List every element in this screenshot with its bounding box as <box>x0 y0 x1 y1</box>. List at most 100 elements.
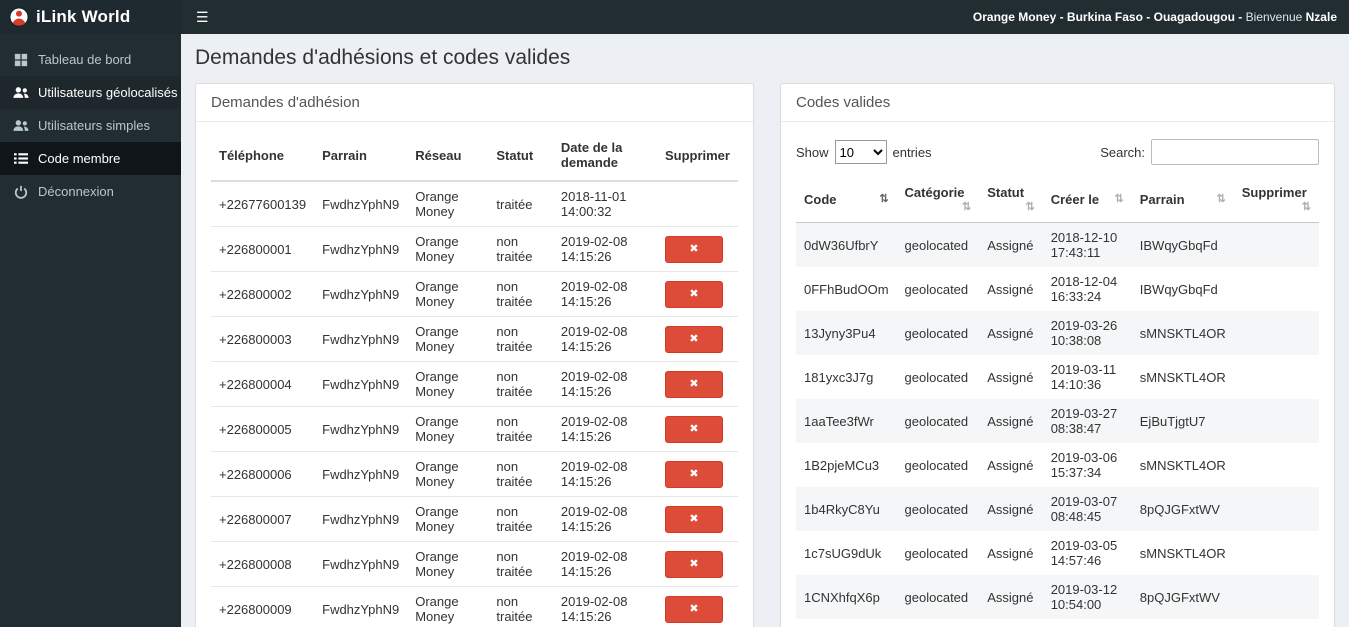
codes-column-label: Créer le <box>1050 191 1100 207</box>
app-logo-icon <box>9 7 29 27</box>
code-delete-cell <box>1234 487 1319 531</box>
request-parrain: FwdhzYphN9 <box>314 451 408 497</box>
code-created: 2019-03-05 14:57:46 <box>1050 538 1118 568</box>
request-phone: +226800001 <box>211 226 315 272</box>
page-size-select[interactable]: 10 <box>834 140 887 164</box>
code-value: 1b4RkyC8Yu <box>804 501 880 517</box>
code-value: 0dW36UfbrY <box>804 237 879 253</box>
code-value: 1d9CDtc4mv <box>796 619 897 627</box>
delete-request-button[interactable]: ✖ <box>664 280 723 308</box>
request-date: 2019-02-08 14:15:26 <box>552 451 657 497</box>
delete-request-button[interactable]: ✖ <box>664 505 723 533</box>
users-icon <box>13 86 29 99</box>
request-network: Orange Money <box>407 451 489 497</box>
navbar: ☰ Orange Money - Burkina Faso - Ouagadou… <box>181 0 1349 34</box>
code-row: 181yxc3J7g geolocated Assigné 2019-03-11 14… <box>796 355 1319 399</box>
delete-request-button[interactable]: ✖ <box>664 460 723 488</box>
code-row: 0dW36UfbrY geolocated Assigné 2018-12-10 17… <box>796 222 1319 267</box>
close-icon: ✖ <box>689 513 699 525</box>
request-delete-cell: ✖ <box>656 451 738 497</box>
request-date: 2019-02-08 14:15:26 <box>552 586 657 627</box>
code-category: geolocated <box>904 369 969 385</box>
codes-column-header[interactable]: Code ⇅ <box>796 176 897 223</box>
delete-request-button[interactable]: ✖ <box>664 415 723 443</box>
power-icon <box>13 185 29 199</box>
user-context: Orange Money - Burkina Faso - Ouagadougo… <box>972 10 1246 24</box>
search-input[interactable] <box>1151 139 1319 165</box>
request-parrain: FwdhzYphN9 <box>314 361 408 407</box>
delete-request-button[interactable]: ✖ <box>664 550 723 578</box>
request-status: traitée <box>496 196 533 212</box>
panels-row: Demandes d'adhésion Téléphone Parrain Rése… <box>181 83 1349 627</box>
sidebar-item-utilisateurs-geolocalises[interactable]: Utilisateurs géolocalisés <box>0 76 181 109</box>
delete-request-button[interactable]: ✖ <box>664 325 723 353</box>
request-row: +226800001 FwdhzYphN9 Orange Money non trai… <box>211 226 738 272</box>
request-phone: +226800008 <box>211 541 315 587</box>
code-delete-cell <box>1234 267 1319 311</box>
codes-column-header[interactable]: Statut ⇅ <box>979 176 1043 223</box>
code-status: Assigné <box>987 237 1034 253</box>
requests-panel-body: Téléphone Parrain Réseau Statut Date de la d… <box>196 122 753 627</box>
code-created: 2018-12-04 16:33:24 <box>1050 274 1118 304</box>
request-status: non traitée <box>488 496 553 542</box>
code-delete-cell <box>1234 443 1319 487</box>
sidebar-item-label: Code membre <box>38 151 121 166</box>
request-delete-cell: ✖ <box>656 271 738 317</box>
codes-column-header[interactable]: Créer le ⇅ <box>1042 176 1132 223</box>
request-network: Orange Money <box>407 226 489 272</box>
code-created: 2019-03-12 10:54:00 <box>1050 582 1118 612</box>
code-row: 1B2pjeMCu3 geolocated Assigné 2019-03-06 15… <box>796 443 1319 487</box>
request-phone: +226800005 <box>211 406 315 452</box>
codes-column-header[interactable]: Parrain ⇅ <box>1131 176 1234 223</box>
code-status: Assigné <box>987 589 1034 605</box>
code-row: 0FFhBudOOm geolocated Assigné 2018-12-04 16… <box>796 267 1319 311</box>
delete-request-button[interactable]: ✖ <box>664 370 723 398</box>
request-date: 2019-02-08 14:15:26 <box>552 316 657 362</box>
close-icon: ✖ <box>689 558 699 570</box>
sort-icon: ⇅ <box>879 192 889 205</box>
request-date: 2019-02-08 14:15:26 <box>552 541 657 587</box>
sort-icon: ⇅ <box>1114 192 1124 205</box>
request-delete-cell <box>657 181 738 227</box>
sidebar-item-deconnexion[interactable]: Déconnexion <box>0 175 181 208</box>
sidebar-item-tableau-de-bord[interactable]: Tableau de bord <box>0 43 181 76</box>
code-parrain: EjBuTjgtU7 <box>1131 619 1234 627</box>
sidebar-item-code-membre[interactable]: Code membre <box>0 142 181 175</box>
request-network: Orange Money <box>407 496 489 542</box>
close-icon: ✖ <box>689 378 699 390</box>
code-row: 1b4RkyC8Yu geolocated Assigné 2019-03-07 08… <box>796 487 1319 531</box>
code-parrain: sMNSKTL4OR <box>1139 325 1226 341</box>
sort-icon: ⇅ <box>1301 201 1311 213</box>
code-delete-cell <box>1234 355 1319 399</box>
code-created: 2019-03-22 08:45:22 <box>1042 619 1132 627</box>
code-value: 0FFhBudOOm <box>804 281 889 297</box>
code-delete-cell <box>1234 531 1319 575</box>
request-phone: +22677600139 <box>219 196 307 212</box>
user-info: Orange Money - Burkina Faso - Ouagadougo… <box>973 10 1349 24</box>
codes-panel: Codes valides Show 10 entries Search: Co… <box>780 83 1335 627</box>
request-status: non traitée <box>488 451 553 497</box>
close-icon: ✖ <box>689 423 699 435</box>
code-parrain: 8pQJGFxtWV <box>1139 501 1220 517</box>
delete-request-button[interactable]: ✖ <box>664 235 723 263</box>
user-name: Nzale <box>1305 10 1337 24</box>
request-parrain: FwdhzYphN9 <box>314 586 408 627</box>
app-logo[interactable]: iLink World <box>0 0 181 34</box>
delete-request-button[interactable]: ✖ <box>664 595 723 623</box>
request-network: Orange Money <box>415 189 459 219</box>
requests-column-header: Réseau <box>407 130 489 182</box>
sidebar-item-utilisateurs-simples[interactable]: Utilisateurs simples <box>0 109 181 142</box>
codes-column-header[interactable]: Catégorie ⇅ <box>896 176 980 223</box>
request-parrain: FwdhzYphN9 <box>314 316 408 362</box>
close-icon: ✖ <box>689 243 699 255</box>
code-parrain: sMNSKTL4OR <box>1139 545 1226 561</box>
request-row: +226800002 FwdhzYphN9 Orange Money non trai… <box>211 271 738 317</box>
hamburger-icon[interactable]: ☰ <box>181 0 224 34</box>
code-row: 1aaTee3fWr geolocated Assigné 2019-03-27 08… <box>796 399 1319 443</box>
requests-column-header: Statut <box>488 130 553 182</box>
code-value: 1aaTee3fWr <box>804 413 874 429</box>
codes-column-header[interactable]: Supprimer ⇅ <box>1233 176 1319 223</box>
page-size-control: Show 10 entries <box>796 140 932 164</box>
close-icon: ✖ <box>689 288 699 300</box>
code-row: 1c7sUG9dUk geolocated Assigné 2019-03-05 14… <box>796 531 1319 575</box>
